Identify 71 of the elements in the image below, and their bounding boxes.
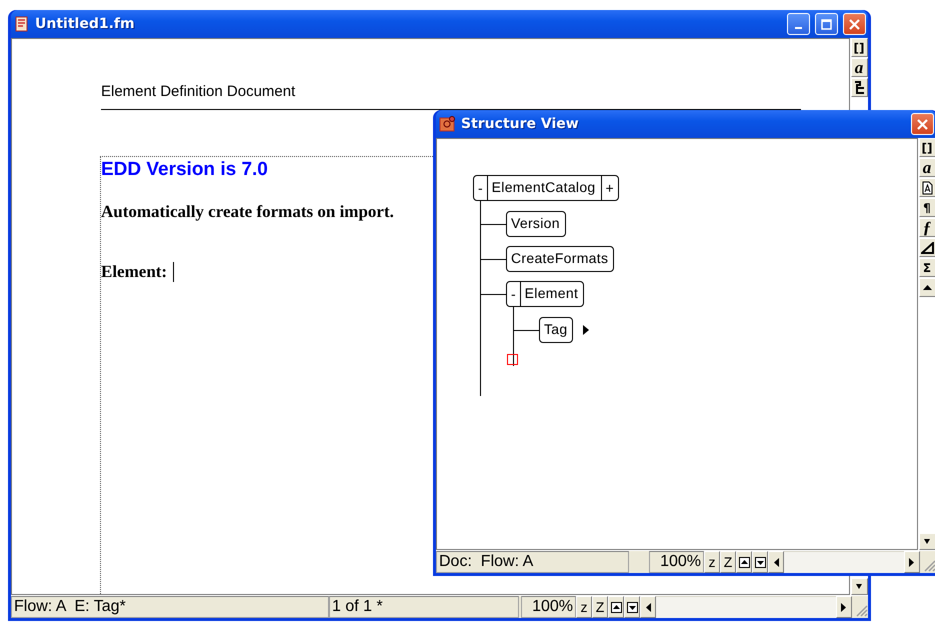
arrow-left-icon xyxy=(645,602,651,612)
scroll-right-button[interactable] xyxy=(836,596,852,618)
page-down-icon xyxy=(626,602,638,612)
document-icon xyxy=(14,16,30,32)
zoom-in-button[interactable]: Z xyxy=(592,596,608,618)
maximize-icon xyxy=(821,18,832,30)
toolbar-button[interactable] xyxy=(918,278,935,297)
element-node[interactable]: - Element xyxy=(506,281,584,307)
toolbar-button[interactable]: ¶ xyxy=(918,198,935,217)
scroll-down-button[interactable] xyxy=(850,578,868,595)
close-icon xyxy=(849,18,860,30)
page-status: 1 of 1 * xyxy=(329,596,519,618)
element-node[interactable]: Version xyxy=(506,211,566,237)
close-icon xyxy=(917,118,928,130)
heading-text: EDD Version is 7.0 xyxy=(101,159,268,181)
page-up-icon xyxy=(610,602,622,612)
toolbar-button[interactable]: a xyxy=(918,158,935,177)
element-node[interactable]: Tag xyxy=(539,317,574,343)
tree-icon xyxy=(854,81,864,94)
zoom-level[interactable]: 100% xyxy=(649,551,704,573)
toolbar-button[interactable]: ƒ xyxy=(918,218,935,237)
scroll-right-button[interactable] xyxy=(904,551,920,573)
element-name: Element xyxy=(524,284,580,303)
page-up-button[interactable] xyxy=(608,596,624,618)
arrow-right-icon xyxy=(841,602,847,612)
page-header: Element Definition Document xyxy=(101,83,296,100)
element-name: ElementCatalog xyxy=(490,178,596,197)
paragraph-text: Automatically create formats on import. xyxy=(101,202,394,222)
flow-status: Flow: A E: Tag* xyxy=(11,596,329,618)
toolbar-button[interactable]: [] xyxy=(918,138,935,157)
toolbar-button[interactable]: a xyxy=(850,58,868,77)
toolbar-button[interactable]: Σ xyxy=(918,258,935,277)
arrow-down-icon xyxy=(924,537,930,546)
minimize-icon xyxy=(795,27,802,29)
close-button[interactable] xyxy=(911,113,934,135)
page-down-button[interactable] xyxy=(624,596,640,618)
paragraph-text: Element: xyxy=(101,262,168,282)
page-down-button[interactable] xyxy=(752,551,768,573)
arrow-up-icon xyxy=(922,285,932,290)
collapse-toggle[interactable]: - xyxy=(474,176,488,200)
element-node[interactable]: - ElementCatalog + xyxy=(473,175,619,201)
toolbar-button[interactable]: [] xyxy=(850,38,868,57)
structure-icon xyxy=(439,116,456,132)
page-up-button[interactable] xyxy=(736,551,752,573)
maximize-button[interactable] xyxy=(815,13,838,35)
minimize-button[interactable] xyxy=(787,13,810,35)
toolbar-button[interactable] xyxy=(850,78,868,97)
toolbar-button[interactable] xyxy=(918,238,935,257)
arrow-right-icon xyxy=(909,558,915,566)
element-node[interactable]: CreateFormats xyxy=(506,246,614,272)
arrow-left-icon xyxy=(773,558,779,566)
window-title: Untitled1.fm xyxy=(35,16,136,32)
collapse-toggle[interactable]: - xyxy=(507,282,521,306)
zoom-out-button[interactable]: z xyxy=(576,596,592,618)
window-title: Structure View xyxy=(461,116,580,132)
document-icon xyxy=(922,180,932,194)
zoom-in-button[interactable]: Z xyxy=(720,551,736,573)
toolbar-button[interactable] xyxy=(918,178,935,197)
triangle-icon xyxy=(920,242,934,254)
page-up-icon xyxy=(738,556,750,568)
attributes-toggle[interactable]: + xyxy=(600,176,618,200)
scroll-down-button[interactable] xyxy=(918,533,935,550)
text-cursor xyxy=(173,262,174,282)
zoom-out-button[interactable]: z xyxy=(704,551,720,573)
page-down-icon xyxy=(754,556,766,568)
close-button[interactable] xyxy=(843,13,866,35)
scroll-left-button[interactable] xyxy=(640,596,656,618)
flow-status: Doc: Flow: A xyxy=(436,551,629,573)
zoom-level[interactable]: 100% xyxy=(521,596,576,618)
arrow-down-icon xyxy=(856,582,862,591)
scroll-left-button[interactable] xyxy=(768,551,784,573)
